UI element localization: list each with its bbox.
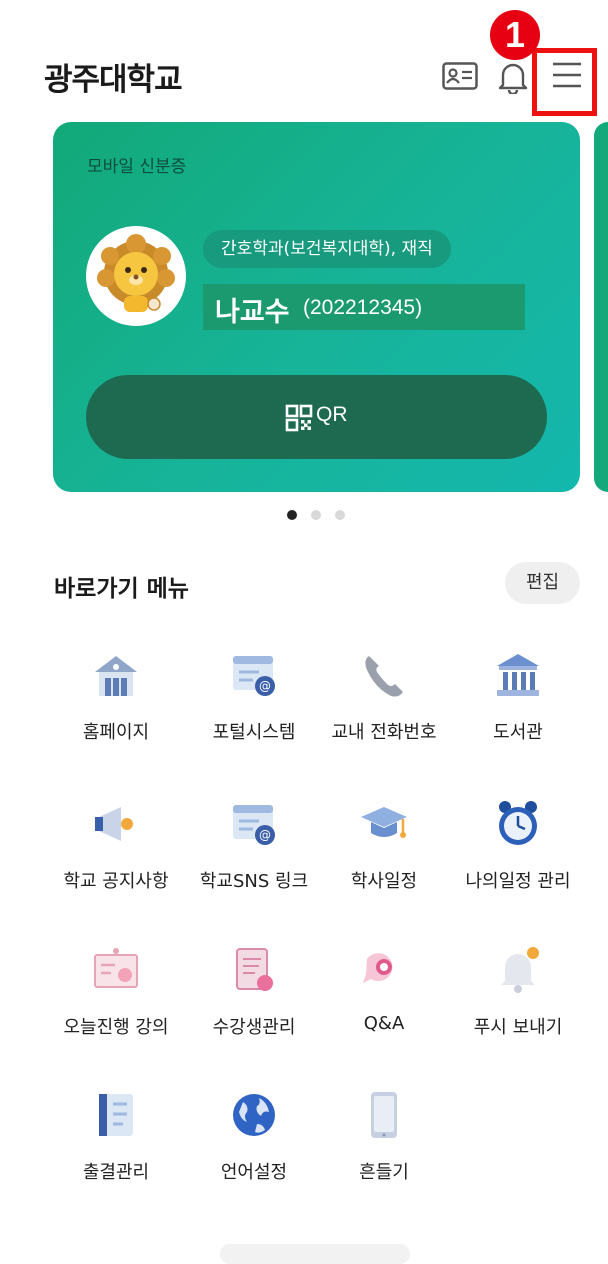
bottom-handle[interactable]	[220, 1244, 410, 1264]
quick-menu-item-notice[interactable]: 학교 공지사항	[46, 799, 186, 909]
lecture-board-icon	[94, 948, 138, 988]
quick-menu-item-homepage[interactable]: 홈페이지	[46, 650, 186, 760]
quick-menu-label: 출결관리	[82, 1162, 150, 1183]
quick-menu-label: 도서관	[493, 722, 543, 743]
quick-menu-item-push[interactable]: 푸시 보내기	[448, 945, 588, 1055]
phone-icon	[365, 656, 403, 697]
quick-menu-item-shake[interactable]: 흔들기	[314, 1090, 454, 1200]
department-badge: 간호학과(보건복지대학), 재직	[203, 230, 451, 268]
lion-mascot-icon	[97, 234, 175, 312]
attendance-notebook-icon	[99, 1094, 133, 1136]
step-badge: 1	[490, 10, 540, 60]
qna-bubble-icon	[363, 953, 393, 983]
quick-menu-item-attendance[interactable]: 출결관리	[46, 1090, 186, 1200]
bell-icon[interactable]	[497, 60, 529, 94]
quick-menu-label: 나의일정 관리	[465, 871, 571, 892]
quick-menu-label: 언어설정	[220, 1162, 288, 1183]
quick-menu-label: 오늘진행 강의	[63, 1017, 169, 1038]
alarm-clock-icon	[499, 801, 537, 845]
carousel-dot[interactable]	[335, 510, 345, 520]
carousel-dot[interactable]	[287, 510, 297, 520]
edit-button[interactable]: 편집	[505, 562, 580, 604]
user-name: 나교수	[215, 297, 290, 328]
qr-button[interactable]: QR	[86, 375, 547, 459]
quick-menu-item-qna[interactable]: Q&A	[314, 945, 454, 1055]
quick-menu-label: 푸시 보내기	[473, 1017, 563, 1038]
library-icon	[497, 654, 539, 696]
quick-menu-item-portal[interactable]: @ 포털시스템	[184, 650, 324, 760]
quick-menu-label: 학사일정	[350, 871, 418, 892]
carousel-dot[interactable]	[311, 510, 321, 520]
avatar	[86, 226, 186, 326]
menu-highlight-box	[532, 48, 597, 116]
quick-menu-title: 바로가기 메뉴	[54, 576, 189, 602]
quick-menu-label: Q&A	[363, 1013, 405, 1034]
quick-menu-label: 학교SNS 링크	[199, 871, 309, 892]
quick-menu-label: 홈페이지	[82, 722, 150, 743]
shake-phone-icon	[371, 1092, 397, 1138]
graduation-cap-icon	[361, 807, 407, 838]
push-bell-icon	[501, 947, 539, 993]
svg-text:@: @	[259, 828, 271, 842]
quick-menu-item-sns[interactable]: @ 학교SNS 링크	[184, 799, 324, 909]
next-card-peek[interactable]	[594, 122, 608, 492]
student-clipboard-icon	[236, 948, 273, 991]
qr-code-icon	[285, 404, 313, 432]
user-id-number: (202212345)	[303, 296, 423, 319]
megaphone-icon	[95, 807, 133, 841]
school-building-icon	[95, 656, 137, 696]
card-title: 모바일 신분증	[87, 157, 187, 177]
quick-menu-label: 교내 전화번호	[331, 722, 437, 743]
quick-menu-item-language[interactable]: 언어설정	[184, 1090, 324, 1200]
quick-menu-label: 학교 공지사항	[63, 871, 169, 892]
mobile-id-card[interactable]: 모바일 신분증 간호학과(보건복지대학), 재직 나교수 (202212345)	[53, 122, 580, 492]
quick-menu-label: 포털시스템	[212, 722, 296, 743]
id-card-icon[interactable]	[442, 62, 478, 90]
quick-menu-item-today-lecture[interactable]: 오늘진행 강의	[46, 945, 186, 1055]
svg-text:@: @	[259, 679, 271, 693]
app-header: 광주대학교 1	[0, 0, 608, 120]
app-logo: 광주대학교	[44, 62, 183, 98]
quick-menu-item-my-schedule[interactable]: 나의일정 관리	[448, 799, 588, 909]
portal-window-icon: @	[233, 656, 275, 696]
quick-menu-item-phone[interactable]: 교내 전화번호	[314, 650, 454, 760]
quick-menu-label: 수강생관리	[212, 1017, 296, 1038]
quick-menu-item-academic-calendar[interactable]: 학사일정	[314, 799, 454, 909]
name-block: 나교수 (202212345)	[203, 284, 525, 330]
sns-window-icon: @	[233, 805, 275, 845]
quick-menu-item-students[interactable]: 수강생관리	[184, 945, 324, 1055]
quick-menu-label: 흔들기	[359, 1162, 409, 1183]
qr-label: QR	[316, 403, 348, 426]
globe-icon	[233, 1094, 275, 1136]
quick-menu-item-library[interactable]: 도서관	[448, 650, 588, 760]
